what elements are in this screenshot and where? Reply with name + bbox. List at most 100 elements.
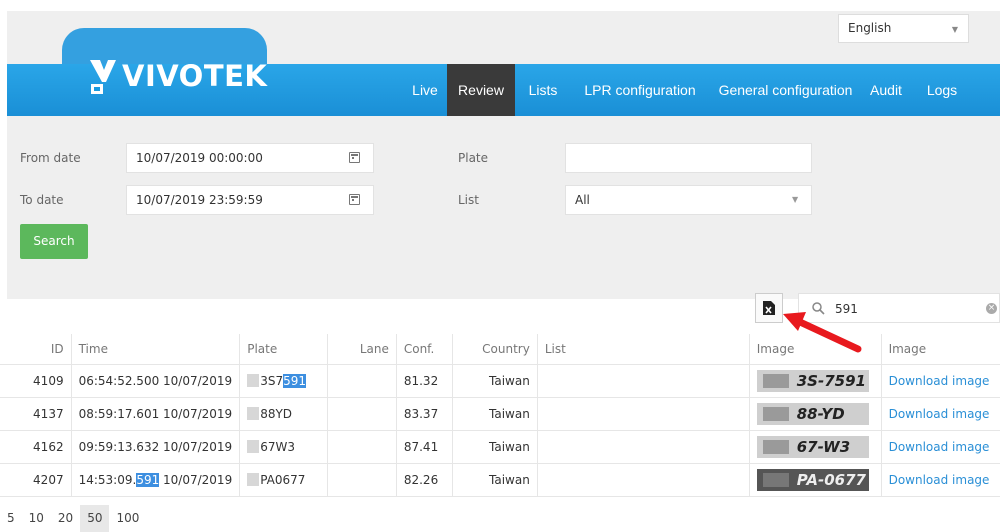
cell-country: Taiwan <box>451 363 538 397</box>
cell-image: 3S-7591 <box>748 363 882 397</box>
column-header-lane[interactable]: Lane <box>326 334 397 365</box>
cell-conf: 87.41 <box>395 429 453 463</box>
nav-audit[interactable]: Audit <box>864 64 908 116</box>
from-date-label: From date <box>20 151 81 165</box>
column-header-plate[interactable]: Plate <box>239 334 328 365</box>
redacted-block <box>247 472 260 486</box>
table-header-row: ID Time Plate Lane Conf. Country List Im… <box>0 334 1000 365</box>
cell-list <box>536 462 750 497</box>
page-size-100[interactable]: 100 <box>109 505 146 532</box>
column-header-list[interactable]: List <box>536 334 750 365</box>
column-header-image-download[interactable]: Image <box>880 334 1000 365</box>
cell-list <box>536 396 750 430</box>
redacted-block <box>247 406 260 420</box>
plate-input[interactable] <box>565 143 812 173</box>
nav-live[interactable]: Live <box>404 64 446 116</box>
download-image-link[interactable]: Download image <box>889 440 990 454</box>
table-row[interactable]: 4162 09:59:13.632 10/07/2019 67W3 87.41 … <box>0 429 1000 463</box>
cell-plate: PA0677 <box>239 462 328 497</box>
cell-lane <box>326 363 397 397</box>
table-search-value: 591 <box>835 302 858 316</box>
excel-export-icon <box>763 301 775 315</box>
from-date-input[interactable]: 10/07/2019 00:00:00 <box>126 143 374 173</box>
cell-time: 09:59:13.632 10/07/2019 <box>70 429 240 463</box>
cell-lane <box>326 396 397 430</box>
clear-icon[interactable]: × <box>986 303 997 314</box>
page-size-selector: 5 10 20 50 100 <box>0 505 146 532</box>
language-select[interactable]: English ▼ <box>838 14 969 43</box>
download-image-link[interactable]: Download image <box>889 473 990 487</box>
cell-conf: 82.26 <box>395 462 453 497</box>
page-size-50[interactable]: 50 <box>80 505 110 532</box>
cell-time: 08:59:17.601 10/07/2019 <box>70 396 240 430</box>
search-icon <box>812 302 825 315</box>
nav-lists[interactable]: Lists <box>521 64 565 116</box>
list-select[interactable]: All ▼ <box>565 185 812 215</box>
cell-time: 06:54:52.500 10/07/2019 <box>70 363 240 397</box>
cell-conf: 81.32 <box>395 363 453 397</box>
table-search-input[interactable]: 591 × <box>798 293 1000 323</box>
plate-image[interactable]: PA-0677 <box>756 468 869 491</box>
cell-plate: 67W3 <box>239 429 328 463</box>
cell-lane <box>326 462 397 497</box>
plate-image[interactable]: 67-W3 <box>756 435 869 458</box>
export-excel-button[interactable] <box>755 293 783 323</box>
nav-lpr-configuration[interactable]: LPR configuration <box>577 64 703 116</box>
cell-list <box>536 429 750 463</box>
cell-lane <box>326 429 397 463</box>
logo-text: VIVOTEK <box>122 59 268 93</box>
nav-review[interactable]: Review <box>447 64 515 116</box>
cell-download: Download image <box>880 396 1000 430</box>
cell-plate: 3S7591 <box>239 363 328 397</box>
cell-time: 14:53:09.591 10/07/2019 <box>70 462 240 497</box>
cell-id: 4207 <box>0 462 72 497</box>
nav-logs[interactable]: Logs <box>918 64 966 116</box>
cell-image: 67-W3 <box>748 429 882 463</box>
cell-country: Taiwan <box>451 396 538 430</box>
column-header-image[interactable]: Image <box>748 334 882 365</box>
table-row[interactable]: 4207 14:53:09.591 10/07/2019 PA0677 82.2… <box>0 462 1000 497</box>
cell-country: Taiwan <box>451 462 538 497</box>
column-header-time[interactable]: Time <box>70 334 240 365</box>
column-header-conf[interactable]: Conf. <box>395 334 453 365</box>
plate-image[interactable]: 88-YD <box>756 402 869 425</box>
cell-download: Download image <box>880 462 1000 497</box>
calendar-icon[interactable] <box>349 194 360 205</box>
list-label: List <box>458 193 479 207</box>
table-row[interactable]: 4109 06:54:52.500 10/07/2019 3S7591 81.3… <box>0 363 1000 397</box>
from-date-value: 10/07/2019 00:00:00 <box>136 151 263 165</box>
cell-download: Download image <box>880 429 1000 463</box>
download-image-link[interactable]: Download image <box>889 407 990 421</box>
cell-download: Download image <box>880 363 1000 397</box>
plate-label: Plate <box>458 151 489 165</box>
cell-image: 88-YD <box>748 396 882 430</box>
plate-image[interactable]: 3S-7591 <box>756 369 869 392</box>
column-header-country[interactable]: Country <box>451 334 538 365</box>
results-table: ID Time Plate Lane Conf. Country List Im… <box>0 334 1000 497</box>
table-row[interactable]: 4137 08:59:17.601 10/07/2019 88YD 83.37 … <box>0 396 1000 430</box>
cell-country: Taiwan <box>451 429 538 463</box>
page-size-10[interactable]: 10 <box>22 505 51 532</box>
list-select-value: All <box>575 193 590 207</box>
chevron-down-icon: ▼ <box>792 195 799 204</box>
to-date-label: To date <box>20 193 64 207</box>
vivotek-logo[interactable]: VIVOTEK <box>88 52 267 100</box>
cell-conf: 83.37 <box>395 396 453 430</box>
nav-general-configuration[interactable]: General configuration <box>711 64 860 116</box>
redacted-block <box>247 439 260 453</box>
page-size-5[interactable]: 5 <box>0 505 22 532</box>
redacted-block <box>247 373 260 387</box>
logo-mark-icon <box>90 60 116 94</box>
cell-id: 4109 <box>0 363 72 397</box>
column-header-id[interactable]: ID <box>0 334 72 365</box>
to-date-input[interactable]: 10/07/2019 23:59:59 <box>126 185 374 215</box>
chevron-down-icon: ▼ <box>951 25 958 34</box>
calendar-icon[interactable] <box>349 152 360 163</box>
cell-id: 4137 <box>0 396 72 430</box>
cell-list <box>536 363 750 397</box>
download-image-link[interactable]: Download image <box>889 374 990 388</box>
page-size-20[interactable]: 20 <box>51 505 80 532</box>
search-button[interactable]: Search <box>20 224 88 259</box>
cell-plate: 88YD <box>239 396 328 430</box>
to-date-value: 10/07/2019 23:59:59 <box>136 193 263 207</box>
